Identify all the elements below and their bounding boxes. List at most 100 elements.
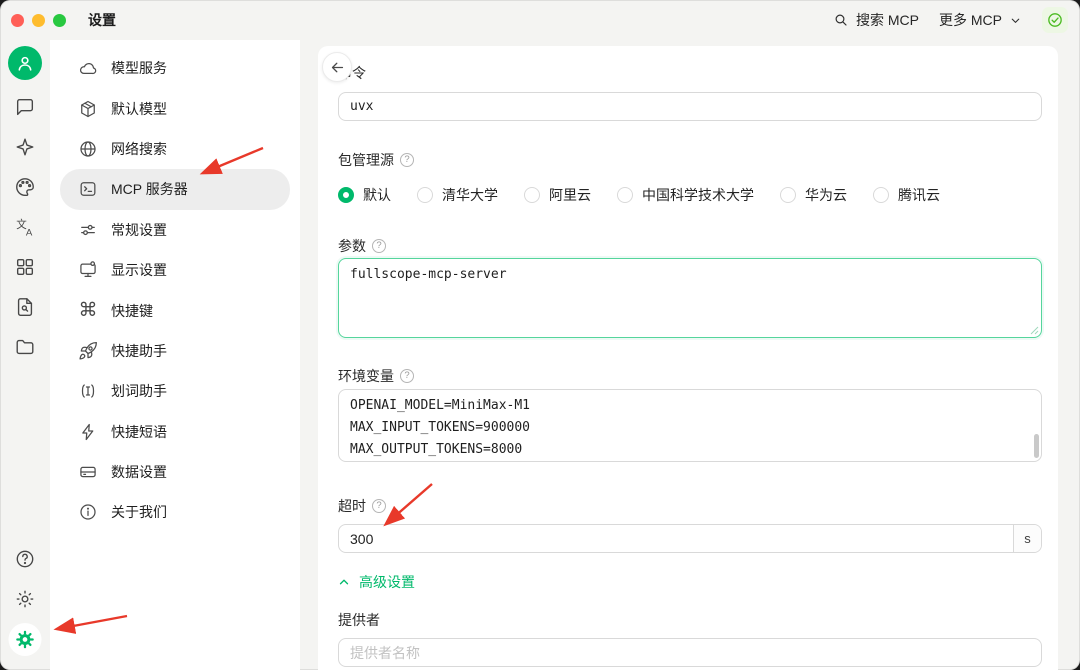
- sidebar-item-display-settings[interactable]: 显示设置: [60, 250, 290, 290]
- advanced-settings-toggle[interactable]: 高级设置: [338, 572, 415, 592]
- monitor-icon: [78, 260, 98, 280]
- provider-input[interactable]: [338, 638, 1042, 667]
- user-avatar[interactable]: [8, 46, 42, 80]
- env-label: 环境变量 ?: [338, 366, 414, 386]
- registry-option-huawei[interactable]: 华为云: [780, 185, 847, 205]
- sidebar-item-selection-assistant[interactable]: 划词助手: [60, 371, 290, 411]
- rail-item-files[interactable]: [14, 336, 36, 358]
- rail-item-chat[interactable]: [14, 96, 36, 118]
- registry-option-tencent[interactable]: 腾讯云: [873, 185, 940, 205]
- sidebar-item-label: 默认模型: [111, 99, 167, 119]
- globe-icon: [78, 139, 98, 159]
- package-icon: [78, 99, 98, 119]
- registry-option-aliyun[interactable]: 阿里云: [524, 185, 591, 205]
- sidebar-item-quick-assistant[interactable]: 快捷助手: [60, 331, 290, 371]
- radio-icon: [873, 187, 889, 203]
- search-mcp-button[interactable]: 搜索 MCP: [833, 10, 919, 30]
- registry-option-default[interactable]: 默认: [338, 185, 391, 205]
- rail-item-knowledge[interactable]: [14, 296, 36, 318]
- sparkle-icon: [14, 136, 36, 158]
- sidebar-item-label: 快捷键: [111, 301, 153, 321]
- sidebar-item-shortcuts[interactable]: ⌘ 快捷键: [60, 290, 290, 330]
- sidebar-item-model-services[interactable]: 模型服务: [60, 48, 290, 88]
- sidebar-item-web-search[interactable]: 网络搜索: [60, 129, 290, 169]
- file-search-icon: [14, 296, 36, 318]
- chevron-up-icon: [338, 576, 350, 588]
- sidebar-item-about[interactable]: 关于我们: [60, 492, 290, 532]
- traffic-lights: [0, 14, 66, 27]
- timeout-field: s: [338, 524, 1042, 553]
- sidebar-item-label: 常规设置: [111, 220, 167, 240]
- user-icon: [14, 52, 36, 74]
- settings-menu: 模型服务 默认模型 网络搜索 MCP 服务器 常规设置 显示设置 ⌘ 快捷键 快: [50, 40, 300, 670]
- rail-item-paintings[interactable]: [14, 176, 36, 198]
- sidebar-item-quick-phrases[interactable]: 快捷短语: [60, 412, 290, 452]
- help-icon[interactable]: ?: [372, 499, 386, 513]
- window-title: 设置: [88, 10, 116, 30]
- sidebar-item-label: 数据设置: [111, 462, 167, 482]
- grid-icon: [14, 256, 36, 278]
- chevron-down-icon: [1009, 14, 1022, 27]
- radio-icon: [617, 187, 633, 203]
- command-icon: ⌘: [78, 301, 98, 320]
- registry-option-tsinghua[interactable]: 清华大学: [417, 185, 498, 205]
- text-select-icon: [78, 381, 98, 401]
- titlebar: 设置 搜索 MCP 更多 MCP: [0, 0, 1080, 40]
- back-button[interactable]: [322, 52, 352, 82]
- folder-icon: [14, 336, 36, 358]
- more-mcp-button[interactable]: 更多 MCP: [939, 10, 1022, 30]
- registry-option-ustc[interactable]: 中国科学技术大学: [617, 185, 754, 205]
- arrow-left-icon: [329, 59, 346, 76]
- question-circle-icon: [14, 548, 36, 570]
- radio-icon: [780, 187, 796, 203]
- circle-check-icon: [1046, 11, 1064, 29]
- brightness-icon: [14, 588, 36, 610]
- maximize-window-button[interactable]: [53, 14, 66, 27]
- sidebar-item-data-settings[interactable]: 数据设置: [60, 452, 290, 492]
- radio-icon: [338, 187, 354, 203]
- registry-label: 包管理源 ?: [338, 150, 414, 170]
- sidebar-item-mcp-servers[interactable]: MCP 服务器: [60, 169, 290, 209]
- provider-label: 提供者: [338, 610, 380, 630]
- server-status-badge[interactable]: [1042, 7, 1068, 33]
- help-icon[interactable]: ?: [400, 369, 414, 383]
- app-rail: 文A: [0, 40, 50, 670]
- info-icon: [78, 502, 98, 522]
- rail-item-theme[interactable]: [14, 588, 36, 610]
- rail-item-settings[interactable]: [9, 623, 42, 656]
- env-field: OPENAI_MODEL=MiniMax-M1 MAX_INPUT_TOKENS…: [338, 389, 1042, 462]
- mcp-server-form: 命令 包管理源 ? 默认 清华大学 阿里云 中国科学技术大学 华为云 腾讯云 参…: [318, 46, 1058, 670]
- sidebar-item-label: 快捷短语: [111, 422, 167, 442]
- timeout-label: 超时 ?: [338, 496, 386, 516]
- drive-icon: [78, 462, 98, 482]
- sidebar-item-label: 网络搜索: [111, 139, 167, 159]
- sidebar-item-default-models[interactable]: 默认模型: [60, 88, 290, 128]
- env-textarea[interactable]: OPENAI_MODEL=MiniMax-M1 MAX_INPUT_TOKENS…: [338, 389, 1042, 462]
- timeout-unit: s: [1013, 525, 1041, 552]
- chat-bubble-icon: [14, 96, 36, 118]
- cloud-icon: [78, 58, 98, 78]
- args-textarea[interactable]: fullscope-mcp-server: [338, 258, 1042, 338]
- close-window-button[interactable]: [11, 14, 24, 27]
- registry-options: 默认 清华大学 阿里云 中国科学技术大学 华为云 腾讯云: [338, 185, 1042, 205]
- sidebar-item-label: 关于我们: [111, 502, 167, 522]
- help-icon[interactable]: ?: [372, 239, 386, 253]
- timeout-input[interactable]: [339, 525, 1013, 552]
- more-mcp-label: 更多 MCP: [939, 10, 1002, 30]
- rail-item-minapps[interactable]: [14, 256, 36, 278]
- minimize-window-button[interactable]: [32, 14, 45, 27]
- rail-item-agents[interactable]: [14, 136, 36, 158]
- sidebar-item-label: 快捷助手: [111, 341, 167, 361]
- command-input[interactable]: [338, 92, 1042, 121]
- scrollbar[interactable]: [1034, 434, 1039, 458]
- help-icon[interactable]: ?: [400, 153, 414, 167]
- sidebar-item-label: 模型服务: [111, 58, 167, 78]
- rocket-icon: [78, 341, 98, 361]
- palette-icon: [14, 176, 36, 198]
- rail-item-translate[interactable]: 文A: [14, 216, 36, 238]
- sidebar-item-general-settings[interactable]: 常规设置: [60, 210, 290, 250]
- rail-item-help[interactable]: [14, 548, 36, 570]
- sliders-icon: [78, 220, 98, 240]
- args-field: fullscope-mcp-server: [338, 258, 1042, 338]
- translate-icon: 文A: [14, 216, 36, 238]
